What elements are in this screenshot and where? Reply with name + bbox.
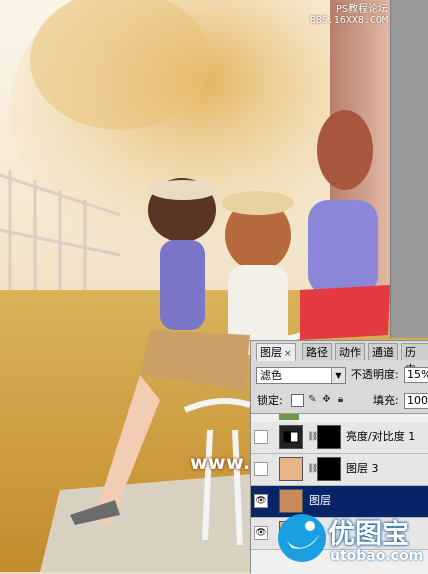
mask-thumbnail[interactable] xyxy=(317,457,341,481)
tab-channels-label: 通道 xyxy=(372,346,394,359)
tab-actions-label: 动作 xyxy=(339,346,361,359)
watermark-top-line2: BBS.16XX8.COM xyxy=(309,15,388,26)
visibility-toggle[interactable] xyxy=(254,430,268,444)
canvas-gray-strip xyxy=(390,0,428,338)
opacity-label: 不透明度: xyxy=(351,368,399,381)
eye-icon[interactable]: 👁︎ xyxy=(254,526,268,540)
logo-url: utobao.com xyxy=(330,548,424,564)
fill-value: 100% xyxy=(407,394,428,407)
layer-thumbnail xyxy=(279,457,303,481)
layer-name: 图层 3 xyxy=(346,462,379,475)
watermark-top-line1: PS教程论坛 xyxy=(335,4,388,15)
blend-mode-select[interactable]: 滤色 ▼ xyxy=(256,367,346,384)
tab-layers-label: 图层 xyxy=(260,346,282,359)
layer-row-3[interactable]: ⛓︎ 图层 3 xyxy=(251,454,428,486)
chevron-down-icon[interactable]: ▼ xyxy=(331,368,345,383)
blend-row: 滤色 ▼ 不透明度: 15% xyxy=(251,365,428,387)
opacity-value: 15% xyxy=(407,368,428,381)
lock-label: 锁定: xyxy=(257,394,283,407)
lock-row: 锁定: ✎ ✥ 🔒︎ 填充: 100% xyxy=(251,391,428,411)
layer-thumb-partial xyxy=(279,414,299,420)
panel-tabs: 图层× 路径 动作 通道 历史 xyxy=(251,343,428,376)
tab-paths-label: 路径 xyxy=(306,346,328,359)
layer-name: 图层 xyxy=(309,494,331,507)
close-icon[interactable]: × xyxy=(284,349,292,359)
layer-row-brightness[interactable]: ⛓︎ 亮度/对比度 1 xyxy=(251,422,428,454)
tab-channels[interactable]: 通道 xyxy=(368,343,398,360)
tab-paths[interactable]: 路径 xyxy=(302,343,332,360)
layer-name: 亮度/对比度 1 xyxy=(346,430,416,443)
visibility-toggle[interactable] xyxy=(254,462,268,476)
tab-layers[interactable]: 图层 × xyxy=(256,343,296,361)
tab-history[interactable]: 历史 xyxy=(401,343,428,376)
logo-title: 优图宝 xyxy=(328,519,409,550)
lock-icon[interactable]: 🔒︎ xyxy=(335,394,346,405)
move-icon[interactable]: ✥ xyxy=(321,394,332,405)
lock-transparent-icon[interactable] xyxy=(291,394,304,407)
fill-field[interactable]: 100% xyxy=(404,393,428,409)
mask-thumbnail[interactable] xyxy=(317,425,341,449)
watermark-top: PS教程论坛 BBS.16XX8.COM xyxy=(310,4,388,26)
blend-mode-value: 滤色 xyxy=(260,369,282,382)
fill-label: 填充: xyxy=(373,394,399,407)
logo: 优图宝 utobao.com xyxy=(276,508,426,570)
adjustment-layer-icon xyxy=(279,425,303,449)
opacity-field[interactable]: 15% xyxy=(404,367,428,383)
brush-icon[interactable]: ✎ xyxy=(307,394,318,405)
eye-icon[interactable]: 👁︎ xyxy=(254,494,268,508)
tab-actions[interactable]: 动作 xyxy=(335,343,365,360)
